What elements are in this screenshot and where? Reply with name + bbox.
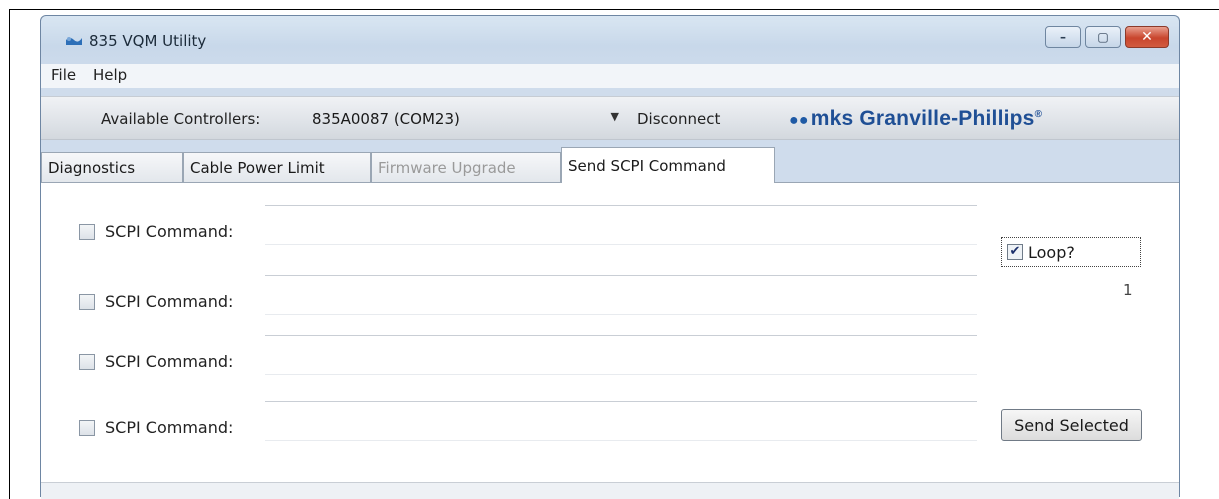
scpi-label-2: SCPI Command:	[105, 292, 234, 311]
window-title: 835 VQM Utility	[89, 32, 207, 50]
app-window: 835 VQM Utility – ▢ ✕ File Help Availabl…	[40, 15, 1180, 499]
controller-select[interactable]: 835A0087 (COM23) ▼	[299, 106, 619, 132]
brand-registered-mark: ®	[1034, 109, 1043, 120]
tab-label: Send SCPI Command	[568, 156, 726, 175]
brand-logo: ●●mks Granville-Phillips®	[789, 107, 1042, 131]
scpi-command-input-1[interactable]	[265, 205, 977, 245]
checkmark-icon[interactable]: ✔	[1007, 244, 1023, 260]
tab-label: Firmware Upgrade	[378, 158, 516, 177]
scpi-row-1: SCPI Command:	[79, 205, 999, 247]
menu-file[interactable]: File	[51, 66, 76, 84]
send-selected-button[interactable]: Send Selected	[1001, 409, 1142, 441]
app-icon	[66, 37, 82, 45]
minimize-icon: –	[1060, 30, 1066, 44]
scpi-label-3: SCPI Command:	[105, 352, 234, 371]
scpi-command-input-2[interactable]	[265, 275, 977, 315]
brand-name: mks Granville-Phillips	[810, 107, 1035, 130]
tab-firmware-upgrade: Firmware Upgrade	[371, 152, 561, 182]
tab-label: Cable Power Limit	[190, 158, 325, 177]
disconnect-button[interactable]: Disconnect	[637, 110, 720, 128]
window-controls: – ▢ ✕	[1045, 26, 1169, 54]
scpi-label-1: SCPI Command:	[105, 222, 234, 241]
scpi-row-2: SCPI Command:	[79, 275, 999, 317]
scpi-row-3: SCPI Command:	[79, 335, 999, 377]
tab-label: Diagnostics	[48, 158, 136, 177]
title-bar[interactable]: 835 VQM Utility – ▢ ✕	[41, 16, 1179, 62]
menu-help[interactable]: Help	[93, 66, 127, 84]
tab-send-scpi-command[interactable]: Send SCPI Command	[561, 147, 775, 183]
scpi-checkbox-2[interactable]	[79, 294, 95, 310]
window-bottom-edge	[41, 482, 1179, 499]
menu-bar: File Help	[41, 64, 1179, 88]
close-button[interactable]: ✕	[1125, 26, 1169, 48]
scpi-checkbox-4[interactable]	[79, 420, 95, 436]
tab-diagnostics[interactable]: Diagnostics	[41, 152, 183, 182]
controller-bar: Available Controllers: 835A0087 (COM23) …	[41, 96, 1179, 140]
loop-checkbox[interactable]: ✔ Loop?	[1001, 237, 1141, 267]
send-scpi-panel: SCPI Command: SCPI Command: SCPI Command…	[41, 182, 1179, 482]
dropdown-arrow-icon[interactable]: ▼	[611, 110, 619, 123]
tab-strip: Diagnostics Cable Power Limit Firmware U…	[41, 147, 1179, 183]
available-controllers-label: Available Controllers:	[101, 110, 261, 128]
close-icon: ✕	[1141, 29, 1153, 45]
loop-label: Loop?	[1028, 243, 1075, 262]
scpi-command-input-4[interactable]	[265, 401, 977, 441]
loop-count: 1	[1123, 281, 1133, 299]
maximize-button[interactable]: ▢	[1085, 26, 1121, 48]
scpi-command-input-3[interactable]	[265, 335, 977, 375]
scpi-checkbox-1[interactable]	[79, 224, 95, 240]
minimize-button[interactable]: –	[1045, 26, 1081, 48]
controller-select-value: 835A0087 (COM23)	[312, 110, 460, 128]
maximize-icon: ▢	[1097, 30, 1109, 44]
scpi-row-4: SCPI Command:	[79, 401, 999, 443]
scpi-checkbox-3[interactable]	[79, 354, 95, 370]
tab-cable-power-limit[interactable]: Cable Power Limit	[183, 152, 371, 182]
scpi-label-4: SCPI Command:	[105, 418, 234, 437]
brand-dots-icon: ●●	[789, 112, 809, 129]
